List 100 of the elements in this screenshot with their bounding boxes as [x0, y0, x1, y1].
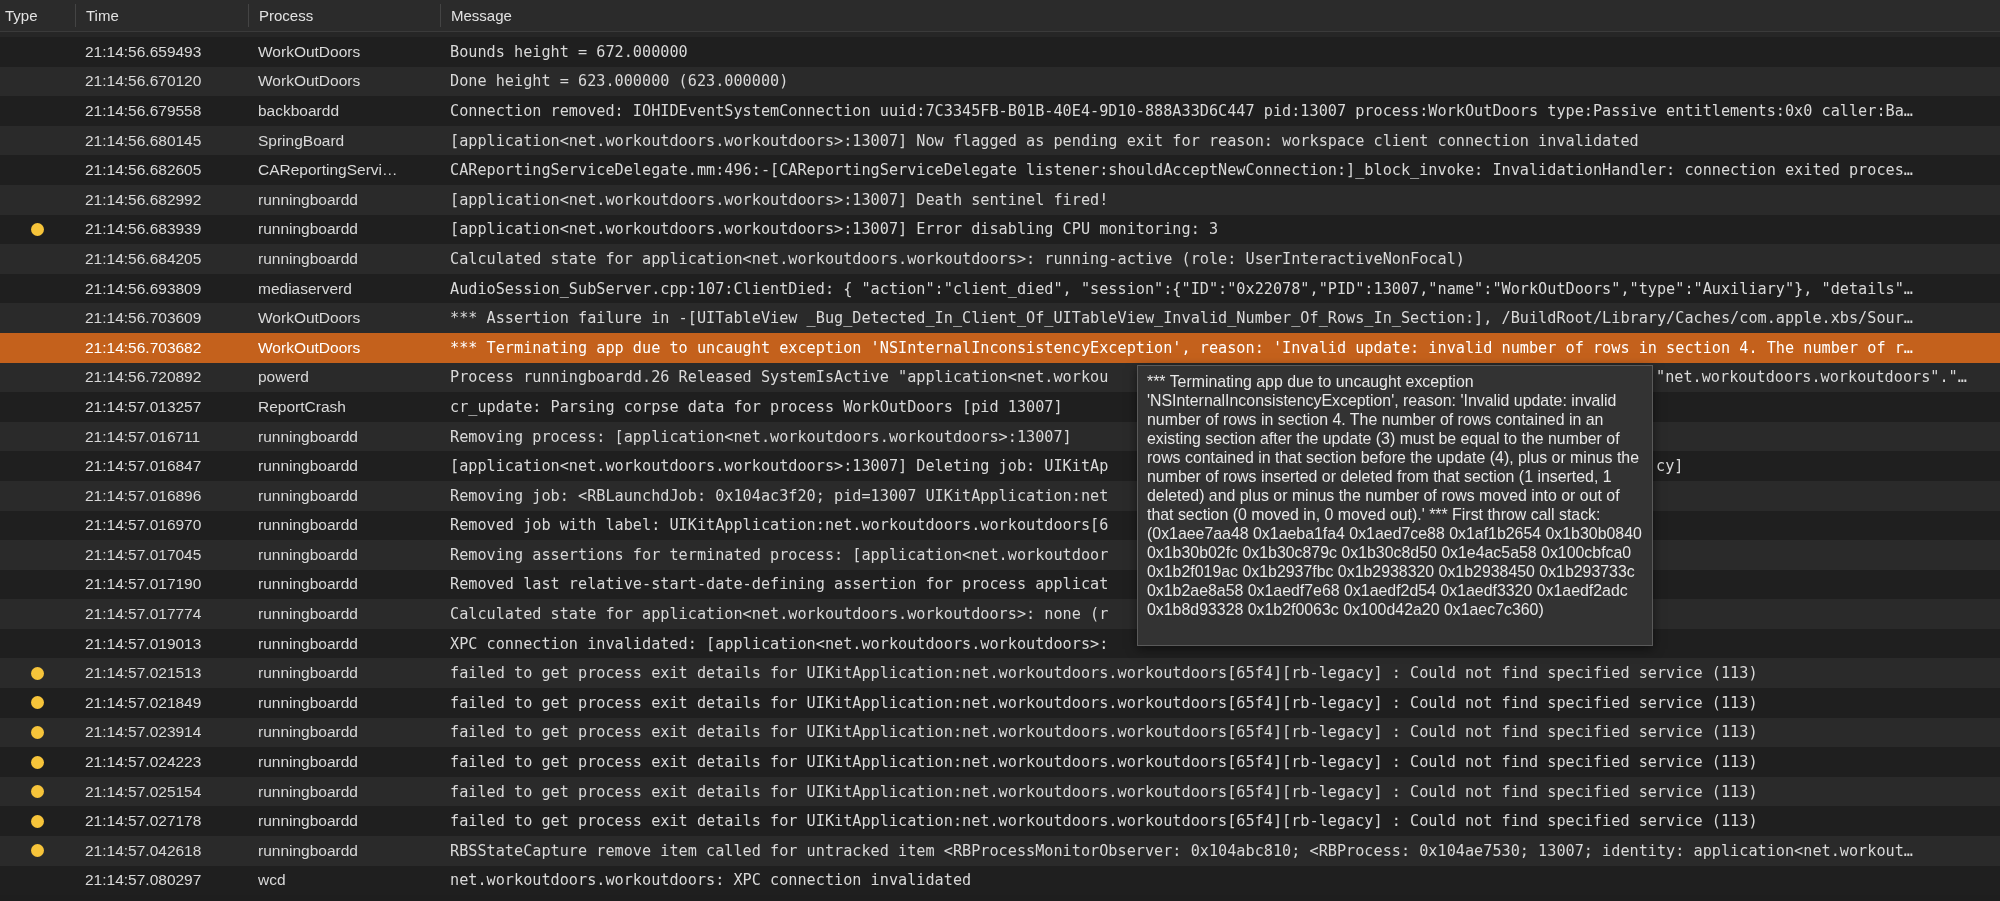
message-cell: failed to get process exit details for UIKitApplication:net.workoutdoors.workoutdoors[65f4][rb-legacy] : Could not find specified service (113): [450, 664, 1758, 683]
message-cell: Removed last relative-start-date-defining assertion for process applicat: [450, 575, 1109, 594]
time-cell-text: 21:14:56.683939: [84, 220, 203, 239]
process-cell-text: ReportCrash: [257, 397, 347, 416]
process-cell-text: runningboardd: [257, 457, 359, 476]
message-cell: Removing assertions for terminated process: [application<net.workoutdoor: [450, 545, 1109, 564]
time-cell-text: 21:14:57.025154: [84, 782, 203, 801]
message-cell: Process runningboardd.26 Released SystemIsActive "application<net.workou: [450, 368, 1109, 387]
time-cell-text: 21:14:57.016711: [84, 427, 202, 446]
message-cell: failed to get process exit details for UIKitApplication:net.workoutdoors.workoutdoors[65f4][rb-legacy] : Could not find specified service (113): [450, 693, 1758, 712]
message-cell: Removing process: [application<net.workoutdoors.workoutdoors>:13007]: [450, 427, 1072, 446]
time-cell-text: 21:14:56.720892: [84, 368, 203, 387]
message-cell: CAReportingServiceDelegate.mm:496:-[CAReportingServiceDelegate listener:shouldAcceptNewConnection:]_block_invoke: InvalidationHandler: connection exited proces…: [450, 161, 1913, 180]
log-row[interactable]: 21:14:56.682992 runningboardd [application<net.workoutdoors.workoutdoors>:13007] Death sentinel fired!: [0, 184, 2000, 215]
message-cell: Removed job with label: UIKitApplication:net.workoutdoors.workoutdoors[6: [450, 516, 1109, 535]
log-row[interactable]: 21:14:56.703682 WorkOutDoors *** Terminating app due to uncaught exception 'NSInternalInconsistencyException', reason: 'Invalid update: invalid number of rows in section 4. The number of r…: [0, 332, 2000, 363]
log-row[interactable]: 21:14:56.670120 WorkOutDoors Done height = 623.000000 (623.000000): [0, 66, 2000, 97]
log-row[interactable]: 21:14:57.025154 runningboardd failed to get process exit details for UIKitApplication:net.workoutdoors.workoutdoors[65f4][rb-legacy] : Could not find specified service (113): [0, 776, 2000, 807]
process-cell-text: WorkOutDoors: [257, 338, 362, 357]
process-cell-text: runningboardd: [257, 220, 359, 239]
message-cell: RBSStateCapture remove item called for untracked item <RBProcessMonitorObserver: 0x104abc810; <RBProcess: 0x104ae7530; 13007; identity: application<net.workout…: [450, 841, 1913, 860]
process-cell-text: powerd: [257, 368, 310, 387]
message-cell: AudioSession_SubServer.cpp:107:ClientDied: { "action":"client_died", "session":{"ID":"0x22078","PID":13007,"name":"WorkOutDoors","type":"Auxiliary"}, "details"…: [450, 279, 1913, 298]
message-cell: [application<net.workoutdoors.workoutdoors>:13007] Deleting job: UIKitAp: [450, 457, 1109, 476]
message-cell: net.workoutdoors.workoutdoors: XPC connection invalidated: [450, 871, 972, 890]
process-cell-text: runningboardd: [257, 427, 359, 446]
message-cell: failed to get process exit details for UIKitApplication:net.workoutdoors.workoutdoors[65f4][rb-legacy] : Could not find specified service (113): [450, 723, 1758, 742]
column-header[interactable]: Message: [440, 4, 2000, 27]
message-cell: XPC connection invalidated: [application<net.workoutdoors.workoutdoors>:: [450, 634, 1109, 653]
message-cell: Connection removed: IOHIDEventSystemConnection uuid:7C3345FB-B01B-40E4-9D10-888A33D6C447 pid:13007 process:WorkOutDoors type:Passive entitlements:0x0 caller:Ba…: [450, 102, 1913, 120]
tooltip: *** Terminating app due to uncaught exception 'NSInternalInconsistencyException', reason: 'Invalid update: invalid number of rows in section 4. The number of rows contained in an existing section after the update (3) must be equal to the number of rows contained in that section before the update (4), plus or minus the number of rows inserted or deleted from that section (1 inserted, 1 deleted) and plus or minus the number of rows moved into or out of that section (0 moved in, 0 moved out).' *** First throw call stack: (0x1aee7aa48 0x1aeba1fa4 0x1aed7ce88 0x1af1b2654 0x1b30b0840 0x1b30b02fc 0x1b30c879c 0x1b30c8d50 0x1e4ac5a58 0x100cbfca0 0x1b2f019ac 0x1b2937fbc 0x1b2938320 0x1b2938450 0x1b293733c 0x1b2ae8a58 0x1aedf7e68 0x1aedf2d54 0x1aedf3320 0x1aedf2adc 0x1b8d93328 0x1b2f0063c 0x100d42a20 0x1aec7c360): [1137, 365, 1653, 646]
log-row[interactable]: 21:14:57.042618 runningboardd RBSStateCapture remove item called for untracked item <RBProcessMonitorObserver: 0x104abc810; <RBProcess: 0x104ae7530; 13007; identity: application<net.workout…: [0, 836, 2000, 866]
process-cell-text: wcd: [257, 871, 287, 890]
process-cell-text: runningboardd: [257, 723, 359, 742]
time-cell-text: 21:14:57.027178: [84, 812, 203, 831]
message-cell: cr_update: Parsing corpse data for process WorkOutDoors [pid 13007]: [450, 397, 1063, 416]
message-cell: Done height = 623.000000 (623.000000): [450, 72, 789, 91]
message-cell: Bounds height = 672.000000: [450, 42, 688, 61]
time-cell-text: 21:14:57.017190: [84, 575, 203, 594]
log-row[interactable]: 21:14:56.680145 SpringBoard [application<net.workoutdoors.workoutdoors>:13007] Now flagged as pending exit for reason: workspace client connection invalidated: [0, 125, 2000, 156]
column-header[interactable]: Process: [248, 4, 440, 27]
time-cell-text: 21:14:57.021513: [84, 664, 203, 683]
time-cell-text: 21:14:56.679558: [84, 102, 203, 120]
time-cell-text: 21:14:56.682605: [84, 161, 203, 180]
time-cell-text: 21:14:57.024223: [84, 753, 203, 772]
time-cell-text: 21:14:57.017774: [84, 605, 203, 624]
process-cell-text: runningboardd: [257, 812, 359, 831]
message-cell: failed to get process exit details for UIKitApplication:net.workoutdoors.workoutdoors[65f4][rb-legacy] : Could not find specified service (113): [450, 812, 1758, 831]
message-cell: Calculated state for application<net.workoutdoors.workoutdoors>: running-active (role: UserInteractiveNonFocal): [450, 249, 1465, 268]
process-cell-text: runningboardd: [257, 634, 359, 653]
log-row[interactable]: 21:14:57.023914 runningboardd failed to get process exit details for UIKitApplication:net.workoutdoors.workoutdoors[65f4][rb-legacy] : Could not find specified service (113): [0, 717, 2000, 748]
process-cell-text: runningboardd: [257, 693, 359, 712]
process-cell-text: runningboardd: [257, 190, 359, 209]
time-cell-text: 21:14:56.684205: [84, 249, 203, 268]
process-cell-text: WorkOutDoors: [257, 309, 362, 328]
process-cell-text: runningboardd: [257, 841, 359, 860]
process-cell-text: backboardd: [257, 102, 340, 120]
process-cell-text: mediaserverd: [257, 279, 353, 298]
time-cell-text: 21:14:56.670120: [84, 72, 203, 91]
time-cell-text: 21:14:57.016970: [84, 516, 203, 535]
process-cell-text: runningboardd: [257, 605, 359, 624]
time-cell-text: 21:14:57.019013: [84, 634, 203, 653]
time-cell-text: 21:14:57.017045: [84, 545, 203, 564]
message-cell: *** Terminating app due to uncaught exception 'NSInternalInconsistencyException', reason: 'Invalid update: invalid number of rows in section 4. The number of r…: [450, 338, 1913, 357]
process-cell-text: runningboardd: [257, 782, 359, 801]
message-cell: *** Assertion failure in -[UITableView _Bug_Detected_In_Client_Of_UITableView_Invalid_Number_Of_Rows_In_Section:], /BuildRoot/Library/Caches/com.apple.xbs/Sour…: [450, 309, 1913, 328]
process-cell-text: runningboardd: [257, 516, 359, 535]
process-cell-text: runningboardd: [257, 753, 359, 772]
message-cell: failed to get process exit details for UIKitApplication:net.workoutdoors.workoutdoors[65f4][rb-legacy] : Could not find specified service (113): [450, 782, 1758, 801]
message-cell: Calculated state for application<net.workoutdoors.workoutdoors>: none (r: [450, 605, 1109, 624]
process-cell-text: runningboardd: [257, 249, 359, 268]
message-cell: [application<net.workoutdoors.workoutdoors>:13007] Death sentinel fired!: [450, 190, 1109, 209]
time-cell-text: 21:14:56.680145: [84, 131, 203, 150]
process-cell-text: runningboardd: [257, 545, 359, 564]
process-cell-text: runningboardd: [257, 575, 359, 594]
message-cell: Removing job: <RBLaunchdJob: 0x104ac3f20; pid=13007 UIKitApplication:net: [450, 486, 1109, 505]
column-header[interactable]: Type: [0, 4, 75, 27]
log-row[interactable]: 21:14:57.021513 runningboardd failed to get process exit details for UIKitApplication:net.workoutdoors.workoutdoors[65f4][rb-legacy] : Could not find specified service (113): [0, 658, 2000, 689]
time-cell-text: 21:14:56.703682: [84, 338, 203, 357]
time-cell-text: 21:14:57.013257: [84, 397, 203, 416]
process-cell-text: runningboardd: [257, 486, 359, 505]
log-row[interactable]: 21:14:56.684205 runningboardd Calculated state for application<net.workoutdoors.workoutdoors>: running-active (role: UserInteractiveNonFocal): [0, 244, 2000, 274]
time-cell-text: 21:14:57.080297: [84, 871, 203, 890]
process-cell-text: WorkOutDoors: [257, 42, 362, 61]
time-cell-text: 21:14:56.693809: [84, 279, 203, 298]
time-cell-text: 21:14:57.023914: [84, 723, 203, 742]
process-cell-text: WorkOutDoors: [257, 72, 362, 91]
column-header[interactable]: Time: [75, 4, 248, 27]
time-cell-text: 21:14:56.703609: [84, 309, 203, 328]
time-cell-text: 21:14:57.016847: [84, 457, 203, 476]
time-cell-text: 21:14:56.682992: [84, 190, 203, 209]
time-cell-text: 21:14:57.021849: [84, 693, 203, 712]
time-cell-text: 21:14:56.659493: [84, 42, 203, 61]
log-row[interactable]: 21:14:56.703609 WorkOutDoors *** Assertion failure in -[UITableView _Bug_Detected_In_Client_Of_UITableView_Invalid_Number_Of_Rows_In_Section:], /BuildRoot/Library/Caches/com.apple.xbs/Sour…: [0, 303, 2000, 333]
time-cell-text: 21:14:57.016896: [84, 486, 203, 505]
process-cell-text: CAReportingServi…: [257, 161, 399, 180]
time-cell-text: 21:14:57.042618: [84, 841, 203, 860]
process-cell-text: SpringBoard: [257, 131, 346, 150]
message-cell: [application<net.workoutdoors.workoutdoors>:13007] Error disabling CPU monitoring: 3: [450, 220, 1219, 239]
message-cell: cy]: [1656, 457, 1684, 476]
